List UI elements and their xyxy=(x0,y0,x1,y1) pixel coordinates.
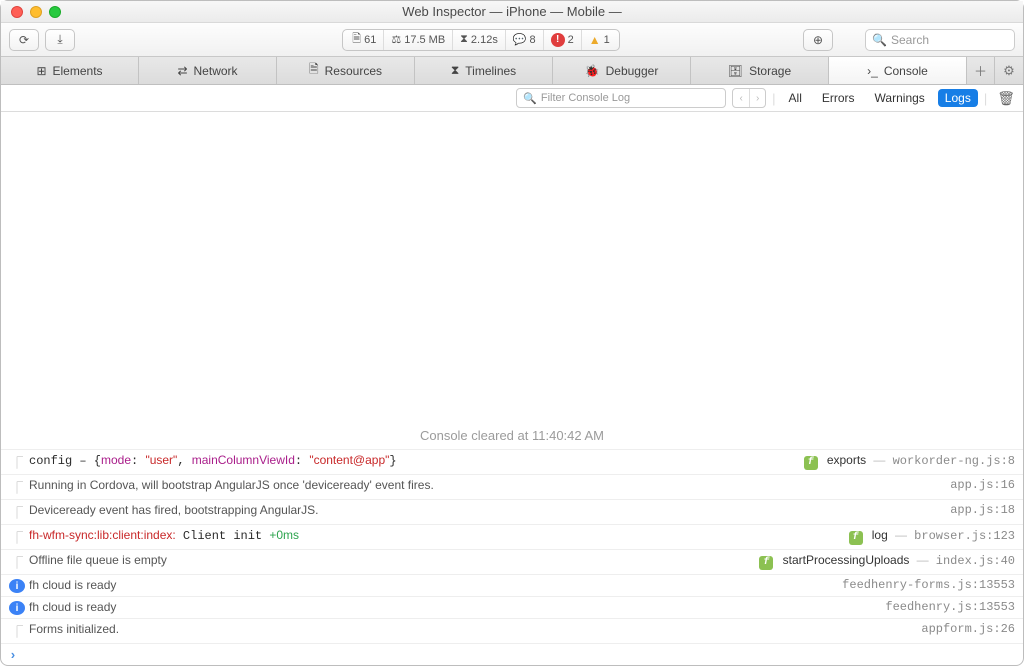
transfer-size[interactable]: ⚖17.5 MB xyxy=(384,30,453,50)
console-row[interactable]: i fh cloud is readyfeedhenry-forms.js:135… xyxy=(1,574,1023,596)
console-body: Console cleared at 11:40:42 AM ⎾ config –… xyxy=(1,112,1023,667)
console-origin[interactable]: f log — browser.js:123 xyxy=(841,528,1015,545)
toolbar: ⟳ ⤓ 🗎61 ⚖17.5 MB ⧗2.12s 💬8 !2 ▲1 ⊕ 🔍 Sea… xyxy=(1,23,1023,57)
log-icon: ⎾ xyxy=(9,454,25,471)
console-empty-area xyxy=(1,112,1023,422)
log-icon: ⎾ xyxy=(9,529,25,546)
console-row[interactable]: ⎾ Running in Cordova, will bootstrap Angu… xyxy=(1,474,1023,499)
match-stepper[interactable]: ‹ › xyxy=(732,88,766,108)
resources-count[interactable]: 🗎61 xyxy=(345,30,384,50)
tab-strip: ⊞Elements ⇄Network 🗎Resources ⧗Timelines… xyxy=(1,57,1023,85)
timelines-icon: ⧗ xyxy=(451,63,459,78)
log-icon: ⎾ xyxy=(9,504,25,521)
console-message: Offline file queue is empty xyxy=(29,553,751,568)
console-row[interactable]: ⎾ Forms initialized.appform.js:26 xyxy=(1,618,1023,643)
console-row[interactable]: ⎾ Offline file queue is emptyf startProce… xyxy=(1,549,1023,574)
console-message: Running in Cordova, will bootstrap Angul… xyxy=(29,478,942,493)
filter-icon: 🔍 xyxy=(523,92,537,105)
chevron-right-icon[interactable]: › xyxy=(749,89,765,107)
console-message: Deviceready event has fired, bootstrappi… xyxy=(29,503,942,518)
window-title: Web Inspector — iPhone — Mobile — xyxy=(1,4,1023,19)
console-origin[interactable]: feedhenry.js:13553 xyxy=(877,600,1015,614)
console-message: config – {mode: "user", mainColumnViewId… xyxy=(29,453,796,468)
new-tab-button[interactable]: ＋ xyxy=(967,57,995,84)
network-icon: ⇄ xyxy=(177,64,187,78)
reload-button[interactable]: ⟳ xyxy=(9,29,39,51)
tab-timelines[interactable]: ⧗Timelines xyxy=(415,57,553,84)
clear-console-button[interactable]: 🗑 xyxy=(997,90,1015,107)
scope-errors[interactable]: Errors xyxy=(815,89,862,107)
window-titlebar: Web Inspector — iPhone — Mobile — xyxy=(1,1,1023,23)
messages-count[interactable]: 💬8 xyxy=(506,30,544,50)
console-row[interactable]: ⎾ fh-wfm-sync:lib:client:index: Client in… xyxy=(1,524,1023,549)
inspect-element-button[interactable]: ⊕ xyxy=(803,29,833,51)
errors-count[interactable]: !2 xyxy=(544,30,582,50)
console-origin[interactable]: appform.js:26 xyxy=(913,622,1015,636)
dashboard-segment: 🗎61 ⚖17.5 MB ⧗2.12s 💬8 !2 ▲1 xyxy=(342,29,620,51)
console-origin[interactable]: f exports — workorder-ng.js:8 xyxy=(796,453,1015,470)
tab-resources[interactable]: 🗎Resources xyxy=(277,57,415,84)
tab-debugger[interactable]: 🐞Debugger xyxy=(553,57,691,84)
scope-logs[interactable]: Logs xyxy=(938,89,978,107)
download-button[interactable]: ⤓ xyxy=(45,29,75,51)
info-icon: i xyxy=(9,579,25,593)
warnings-count[interactable]: ▲1 xyxy=(582,30,617,50)
console-origin[interactable]: feedhenry-forms.js:13553 xyxy=(834,578,1015,592)
log-icon: ⎾ xyxy=(9,623,25,640)
search-icon: 🔍 xyxy=(872,33,887,47)
scope-warnings[interactable]: Warnings xyxy=(868,89,932,107)
console-message: fh-wfm-sync:lib:client:index: Client ini… xyxy=(29,528,841,543)
tab-storage[interactable]: 🗄Storage xyxy=(691,57,829,84)
tab-network[interactable]: ⇄Network xyxy=(139,57,277,84)
console-prompt[interactable]: › xyxy=(1,643,1023,667)
console-row[interactable]: ⎾ config – {mode: "user", mainColumnViewI… xyxy=(1,449,1023,474)
console-origin[interactable]: app.js:16 xyxy=(942,478,1015,492)
console-message: fh cloud is ready xyxy=(29,600,877,615)
console-cleared-message: Console cleared at 11:40:42 AM xyxy=(1,422,1023,449)
console-origin[interactable]: app.js:18 xyxy=(942,503,1015,517)
console-row[interactable]: ⎾ Deviceready event has fired, bootstrapp… xyxy=(1,499,1023,524)
info-icon: i xyxy=(9,601,25,615)
tab-console[interactable]: ›_Console xyxy=(829,57,967,84)
log-icon: ⎾ xyxy=(9,479,25,496)
console-rows: ⎾ config – {mode: "user", mainColumnViewI… xyxy=(1,449,1023,643)
scope-all[interactable]: All xyxy=(782,89,809,107)
console-icon: ›_ xyxy=(867,64,878,78)
load-time[interactable]: ⧗2.12s xyxy=(453,30,506,50)
console-message: fh cloud is ready xyxy=(29,578,834,593)
filter-console-input[interactable]: 🔍 Filter Console Log xyxy=(516,88,726,108)
console-message: Forms initialized. xyxy=(29,622,913,637)
log-icon: ⎾ xyxy=(9,554,25,571)
tab-elements[interactable]: ⊞Elements xyxy=(1,57,139,84)
tab-settings-button[interactable]: ⚙ xyxy=(995,57,1023,84)
console-filter-bar: 🔍 Filter Console Log ‹ › | All Errors Wa… xyxy=(1,85,1023,112)
global-search-input[interactable]: 🔍 Search xyxy=(865,29,1015,51)
chevron-left-icon[interactable]: ‹ xyxy=(733,89,749,107)
console-origin[interactable]: f startProcessingUploads — index.js:40 xyxy=(751,553,1015,570)
elements-icon: ⊞ xyxy=(36,64,46,78)
debugger-icon: 🐞 xyxy=(585,64,600,78)
console-row[interactable]: i fh cloud is readyfeedhenry.js:13553 xyxy=(1,596,1023,618)
storage-icon: 🗄 xyxy=(728,64,743,78)
resources-icon: 🗎 xyxy=(309,60,319,81)
